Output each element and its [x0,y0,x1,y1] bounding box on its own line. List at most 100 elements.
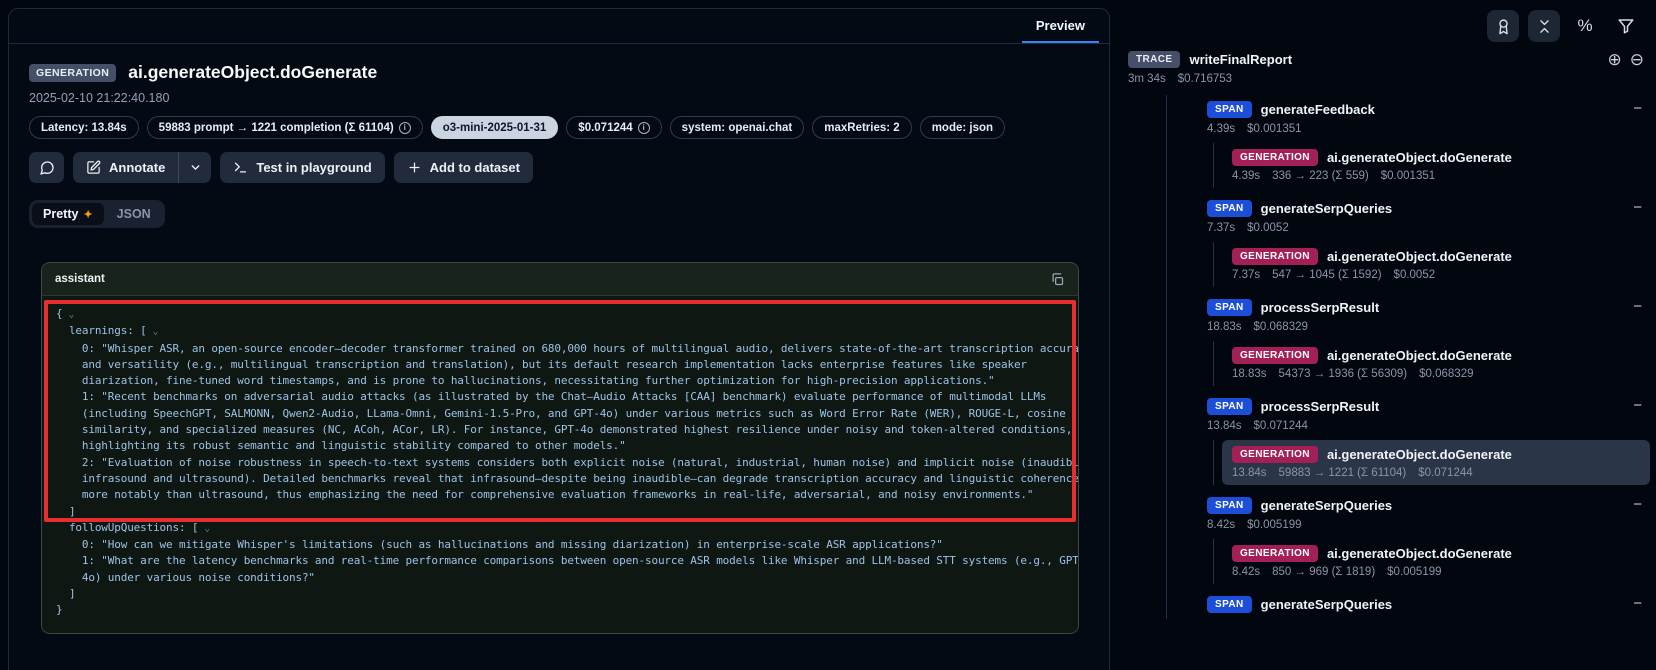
generation-row[interactable]: GENERATIONai.generateObject.doGenerate13… [1222,440,1650,485]
code-line: } [56,602,1064,618]
span-row[interactable]: SPAN processSerpResult [1207,299,1656,316]
collapse-node-button[interactable]: − [1633,497,1642,512]
code-line: ] [56,504,1064,520]
generation-badge: GENERATION [1232,248,1318,265]
span-name: processSerpResult [1261,300,1380,315]
view-tab-pretty[interactable]: Pretty ✦ [32,203,104,225]
view-tab-label: Pretty [43,207,78,221]
generation-tokens: 547 → 1045 (Σ 1592) [1272,269,1381,281]
code-text: similarity, and specialized measures (NC… [56,423,1072,436]
pencil-square-icon [86,160,101,175]
span-duration: 18.83s [1207,321,1242,333]
collapse-node-button[interactable]: − [1633,596,1642,611]
caret-down-icon[interactable]: ⌄ [147,326,159,337]
generation-badge: GENERATION [1232,545,1318,562]
span-metrics: 18.83s$0.068329 [1207,321,1656,333]
generation-row[interactable]: GENERATIONai.generateObject.doGenerate7.… [1222,242,1650,287]
info-icon[interactable]: i [638,122,650,134]
span-row[interactable]: SPANgenerateFeedback [1207,101,1656,118]
collapse-tree-button[interactable]: ⊖ [1630,51,1644,68]
metadata-badge-label: maxRetries: 2 [824,122,899,134]
code-text: (including SpeechGPT, SALMONN, Qwen2-Aud… [56,407,1066,420]
span-name: generateSerpQueries [1261,201,1393,216]
page-title: ai.generateObject.doGenerate [128,62,377,83]
caret-down-icon[interactable]: ⌄ [198,523,210,534]
span-row[interactable]: SPANgenerateSerpQueries [1207,200,1656,217]
span-row[interactable]: SPANgenerateSerpQueries [1207,596,1656,613]
comment-button[interactable] [29,152,64,183]
scores-button[interactable] [1487,10,1519,42]
playground-button[interactable]: Test in playground [220,152,384,183]
code-line: and versatility (e.g., multilingual tran… [56,357,1064,373]
copy-button[interactable] [1050,272,1065,287]
metadata-badge-label: mode: json [932,122,993,134]
trace-tree-panel: % TRACE writeFinalReport ⊕ ⊖ 3m 34s $0.7… [1120,0,1656,670]
trace-metrics: 3m 34s $0.716753 [1128,73,1642,85]
collapse-node-button[interactable]: − [1633,299,1642,314]
copy-icon [1050,272,1065,287]
span-name: generateSerpQueries [1261,498,1393,513]
trace-name: writeFinalReport [1189,52,1292,67]
metadata-badge: mode: json [920,116,1005,139]
code-line: 0: "Whisper ASR, an open-source encoder–… [56,341,1064,357]
span-row[interactable]: SPANprocessSerpResult [1207,398,1656,415]
generation-name: ai.generateObject.doGenerate [1327,348,1512,363]
speech-bubble-icon [39,160,55,176]
chevron-down-icon [189,161,202,174]
code-area: { ⌄ learnings: [ ⌄ 0: "Whisper ASR, an o… [42,296,1078,633]
collapse-node-button[interactable]: − [1633,200,1642,215]
span-badge: SPAN [1207,299,1252,316]
annotate-button[interactable]: Annotate [73,152,178,183]
view-tab-json[interactable]: JSON [106,203,162,225]
generation-tokens: 336 → 223 (Σ 559) [1272,170,1369,182]
trace-row[interactable]: TRACE writeFinalReport [1128,51,1642,68]
trace-badge: TRACE [1128,51,1180,68]
generation-wrap: GENERATIONai.generateObject.doGenerate18… [1213,341,1656,386]
caret-down-icon[interactable]: ⌄ [62,309,74,320]
generation-duration: 13.84s [1232,467,1267,479]
generation-cost: $0.071244 [1418,467,1472,479]
generation-row[interactable]: GENERATIONai.generateObject.doGenerate4.… [1222,143,1650,188]
info-icon[interactable]: i [399,122,411,134]
generation-duration: 8.42s [1232,566,1260,578]
collapse-all-button[interactable] [1528,10,1560,42]
filter-button[interactable] [1610,10,1642,42]
dataset-label: Add to dataset [430,160,520,175]
trace-actions: ⊕ ⊖ [1608,51,1645,68]
generation-cost: $0.005199 [1387,566,1441,578]
annotate-dropdown-button[interactable] [178,152,211,183]
playground-label: Test in playground [256,160,371,175]
add-to-dataset-button[interactable]: Add to dataset [394,152,533,183]
generation-cost: $0.068329 [1419,368,1473,380]
code-text: followUpQuestions: [ [56,521,198,534]
generation-wrap: GENERATIONai.generateObject.doGenerate7.… [1213,242,1656,287]
code-line: (including SpeechGPT, SALMONN, Qwen2-Aud… [56,406,1064,422]
code-text: highlighting its robust semantic and lin… [56,439,626,452]
generation-header: GENERATION ai.generateObject.doGenerate [1232,545,1640,562]
trace-root[interactable]: TRACE writeFinalReport ⊕ ⊖ 3m 34s $0.716… [1128,51,1656,85]
code-line: { ⌄ [56,306,1064,323]
span-cost: $0.071244 [1254,420,1308,432]
span-group: SPANgenerateSerpQueries− [1207,590,1656,619]
expand-all-button[interactable]: ⊕ [1608,51,1622,68]
code-text: 1: "What are the latency benchmarks and … [56,554,1079,567]
collapse-node-button[interactable]: − [1633,101,1642,116]
code-text: diarization, fine-tuned word timestamps,… [56,374,995,387]
code-line: ] [56,586,1064,602]
sparkles-icon: ✦ [83,208,92,221]
generation-row[interactable]: GENERATIONai.generateObject.doGenerate18… [1222,341,1650,386]
generation-row[interactable]: GENERATION ai.generateObject.doGenerate 8.… [1222,539,1650,584]
span-row[interactable]: SPANgenerateSerpQueries [1207,497,1656,514]
metadata-badge-label: Latency: 13.84s [41,122,127,134]
generation-name: ai.generateObject.doGenerate [1327,249,1512,264]
generation-metrics: 8.42s850 → 969 (Σ 1819)$0.005199 [1232,566,1640,578]
generation-tokens: 54373 → 1936 (Σ 56309) [1279,368,1408,380]
metrics-toggle-button[interactable]: % [1569,10,1601,42]
generation-name: ai.generateObject.doGenerate [1327,546,1512,561]
generation-wrap: GENERATION ai.generateObject.doGenerate 8.… [1213,539,1656,584]
generation-badge: GENERATION [1232,446,1318,463]
view-tab-bar: Pretty ✦ JSON [29,200,165,228]
code-line: learnings: [ ⌄ [56,323,1064,340]
collapse-node-button[interactable]: − [1633,398,1642,413]
tab-preview[interactable]: Preview [1022,9,1099,43]
